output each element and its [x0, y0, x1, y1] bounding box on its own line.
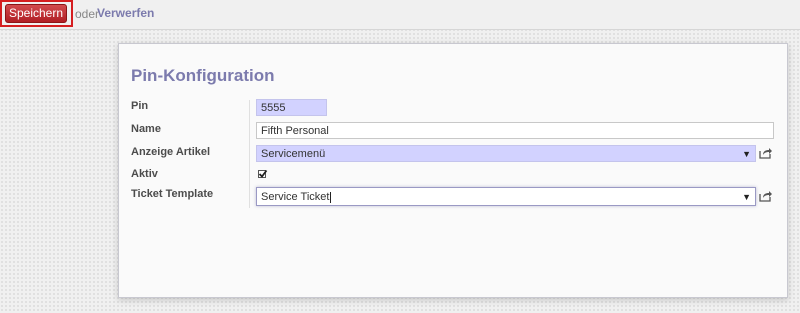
- name-value: Fifth Personal: [261, 125, 329, 137]
- anzeige-artikel-select[interactable]: Servicemenü ▼: [256, 145, 756, 162]
- ticket-template-label: Ticket Template: [131, 188, 214, 200]
- chevron-down-icon[interactable]: ▼: [742, 148, 751, 160]
- pin-value: 5555: [261, 102, 286, 114]
- ticket-template-value: Service Ticket: [261, 191, 330, 203]
- form-title: Pin-Konfiguration: [131, 66, 275, 85]
- aktiv-checkbox[interactable]: [258, 169, 268, 178]
- external-link-icon[interactable]: [759, 147, 773, 162]
- text-cursor: [330, 191, 332, 203]
- name-input[interactable]: Fifth Personal: [256, 122, 774, 139]
- checkmark-icon: [258, 169, 268, 178]
- anzeige-artikel-label: Anzeige Artikel: [131, 146, 211, 158]
- external-link-icon[interactable]: [759, 190, 773, 205]
- pin-input[interactable]: 5555: [256, 99, 327, 116]
- or-text: oder: [75, 7, 100, 21]
- ticket-template-select[interactable]: Service Ticket ▼: [256, 187, 756, 206]
- form-sheet: Pin-Konfiguration Pin 5555 Name Fifth Pe…: [118, 43, 788, 298]
- form-toolbar: Speichern oder Verwerfen: [0, 0, 800, 30]
- anzeige-artikel-value: Servicemenü: [261, 148, 326, 160]
- name-label: Name: [131, 123, 161, 135]
- label-separator: [249, 100, 250, 208]
- pin-label: Pin: [131, 100, 149, 112]
- discard-link[interactable]: Verwerfen: [97, 6, 154, 20]
- aktiv-label: Aktiv: [131, 168, 158, 180]
- save-button[interactable]: Speichern: [5, 4, 67, 23]
- chevron-down-icon[interactable]: ▼: [742, 191, 751, 203]
